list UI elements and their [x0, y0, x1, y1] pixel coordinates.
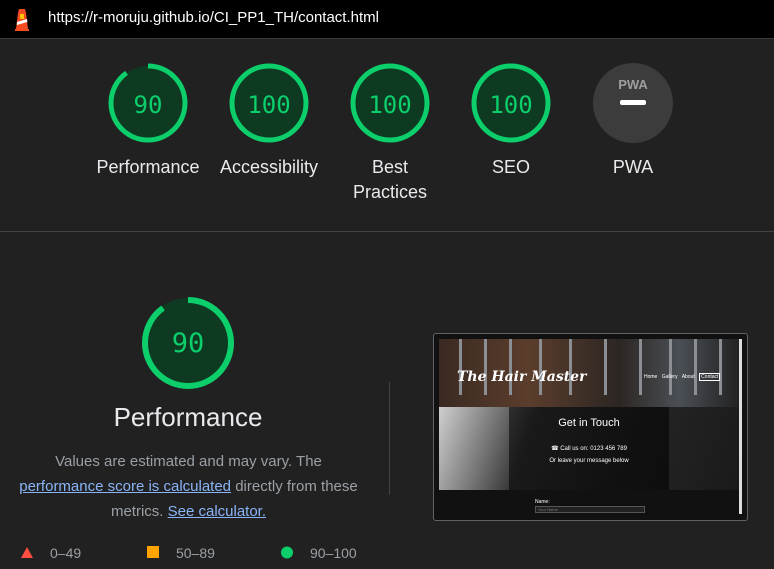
- page-screenshot[interactable]: The Hair Master Home Gallery About Conta…: [433, 333, 748, 521]
- section-divider: [0, 231, 774, 232]
- gauge-label: PWA: [612, 157, 654, 177]
- gauge-score: 100: [489, 91, 533, 119]
- screenshot-nav-item: About: [681, 374, 695, 380]
- page-url: https://r-moruju.github.io/CI_PP1_TH/con…: [48, 9, 379, 26]
- screenshot-phone: ☎ Call us on: 0123 456 789: [551, 446, 627, 452]
- gauge-pwa[interactable]: PWA PWA: [573, 61, 693, 180]
- pwa-dash-icon: [620, 100, 646, 105]
- pwa-badge: PWA: [573, 77, 693, 105]
- lighthouse-icon: [15, 9, 29, 31]
- gauge-best-practices[interactable]: 100 Best Practices: [330, 61, 450, 205]
- screenshot-scrollbar: [739, 339, 742, 514]
- legend-range: 50–89: [176, 545, 215, 561]
- screenshot-name-input: Your Name: [535, 506, 645, 513]
- legend-range: 90–100: [310, 545, 357, 561]
- gauge-performance[interactable]: 90 Performance: [88, 61, 208, 180]
- gauge-label: Performance: [96, 157, 200, 177]
- screenshot-hero: The Hair Master Home Gallery About Conta…: [439, 339, 739, 407]
- performance-title: Performance: [113, 402, 263, 432]
- performance-description: Values are estimated and may vary. The p…: [12, 449, 365, 524]
- top-bar: https://r-moruju.github.io/CI_PP1_TH/con…: [0, 0, 774, 39]
- screenshot-nav-item: Contact: [699, 373, 721, 381]
- screenshot-nav-item: Gallery: [661, 374, 678, 380]
- desc-text-1: Values are estimated and may vary. The: [55, 453, 322, 470]
- gauge-score: 90: [133, 91, 163, 119]
- score-calculated-link[interactable]: performance score is calculated: [19, 478, 231, 495]
- legend-range: 0–49: [50, 545, 82, 561]
- screenshot-body: Get in Touch ☎ Call us on: 0123 456 789 …: [439, 407, 739, 517]
- gauge-label: SEO: [491, 157, 530, 177]
- green-circle-icon: [281, 546, 293, 559]
- gauge-seo[interactable]: 100 SEO: [451, 61, 571, 180]
- screenshot-heading: Get in Touch: [558, 417, 620, 429]
- orange-square-icon: [147, 546, 159, 558]
- pwa-badge-text: PWA: [618, 77, 648, 92]
- gauge-label: Accessibility: [219, 157, 319, 177]
- performance-score: 90: [171, 328, 205, 359]
- vertical-divider: [389, 382, 390, 495]
- see-calculator-link[interactable]: See calculator.: [168, 503, 266, 520]
- screenshot-name-label: Name:: [535, 499, 550, 505]
- gauge-accessibility[interactable]: 100 Accessibility: [209, 61, 329, 180]
- screenshot-nav: Home Gallery About Contact: [644, 373, 723, 381]
- gauge-score: 100: [247, 91, 291, 119]
- screenshot-brand: The Hair Master: [457, 369, 587, 385]
- gauge-score: 100: [368, 91, 412, 119]
- screenshot-nav-item: Home: [644, 374, 658, 380]
- screenshot-leave-text: Or leave your message below: [549, 458, 629, 464]
- red-triangle-icon: [21, 547, 33, 558]
- gauge-label: Best Practices: [352, 157, 428, 202]
